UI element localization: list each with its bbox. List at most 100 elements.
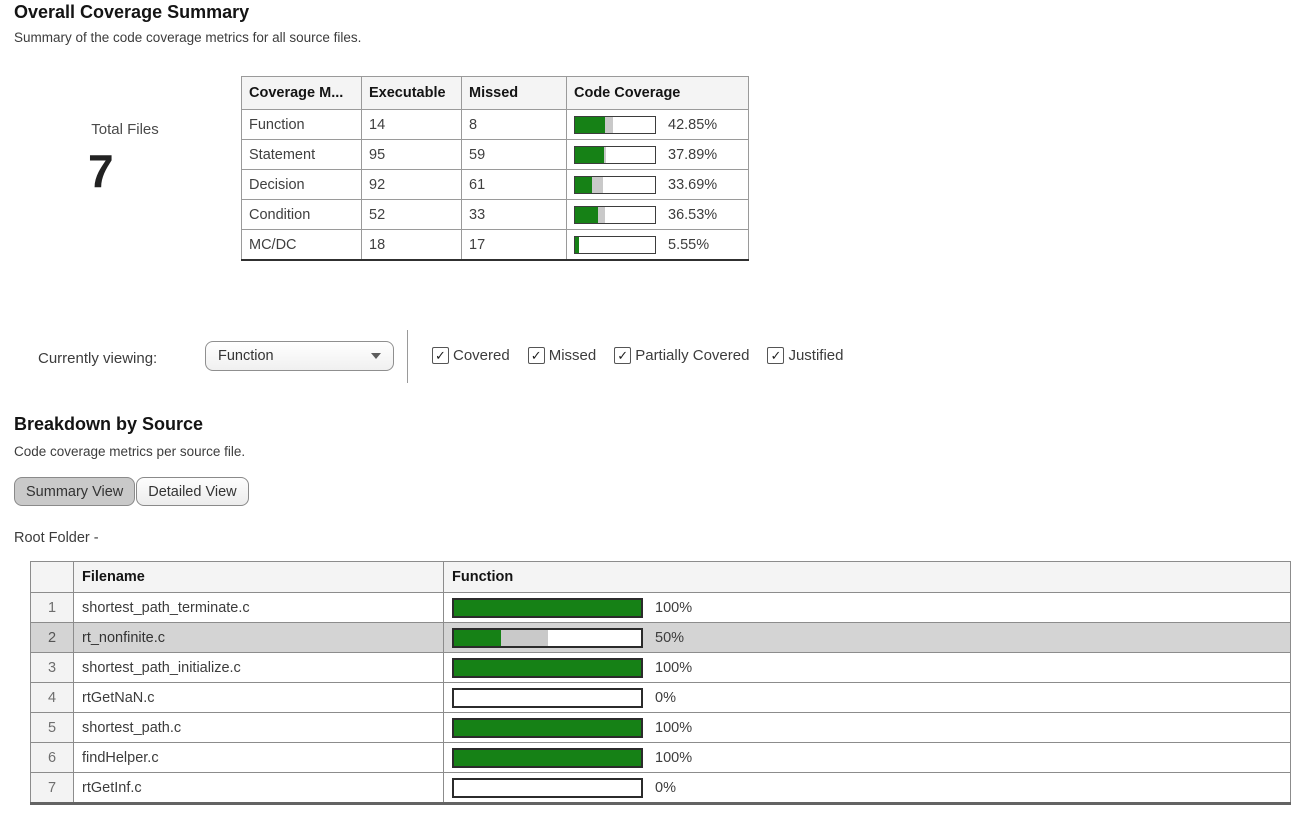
coverage-bar (452, 748, 643, 768)
coverage-bar (574, 236, 656, 254)
summary-table-header-row: Coverage M...ExecutableMissedCode Covera… (242, 77, 749, 110)
filter-checkbox-covered[interactable]: ✓Covered (432, 347, 510, 364)
missed-count: 17 (462, 230, 567, 261)
executable-count: 52 (362, 200, 462, 230)
filter-checkbox-missed[interactable]: ✓Missed (528, 347, 597, 364)
table-row[interactable]: 2rt_nonfinite.c 50% (31, 623, 1291, 653)
function-coverage-cell: 100% (444, 593, 1291, 623)
table-row[interactable]: 5shortest_path.c 100% (31, 713, 1291, 743)
coverage-bar (452, 628, 643, 648)
coverage-bar-wrap: 0% (452, 688, 1282, 708)
total-files-label: Total Files (65, 121, 185, 138)
partial-bar-segment (501, 630, 548, 646)
metric-name: Condition (242, 200, 362, 230)
missed-count: 33 (462, 200, 567, 230)
filename-cell: rtGetInf.c (74, 773, 444, 804)
table-row[interactable]: 4rtGetNaN.c0% (31, 683, 1291, 713)
vertical-divider (407, 330, 408, 383)
table-row[interactable]: 6findHelper.c100% (31, 743, 1291, 773)
coverage-bar (452, 718, 643, 738)
filename-cell: shortest_path.c (74, 713, 444, 743)
covered-bar-segment (454, 750, 641, 766)
partial-bar-segment (598, 207, 605, 223)
code-coverage-cell: 5.55% (567, 230, 749, 261)
coverage-bar-wrap: 37.89% (574, 146, 741, 164)
filename-cell: shortest_path_terminate.c (74, 593, 444, 623)
filename-cell: shortest_path_initialize.c (74, 653, 444, 683)
filename-cell: rtGetNaN.c (74, 683, 444, 713)
row-number: 5 (31, 713, 74, 743)
checkbox-box[interactable]: ✓ (432, 347, 449, 364)
checkbox-label: Missed (549, 347, 597, 364)
table-row[interactable]: 7rtGetInf.c 0% (31, 773, 1291, 804)
summary-column-header[interactable]: Coverage M... (242, 77, 362, 110)
summary-column-header[interactable]: Missed (462, 77, 567, 110)
total-files-value: 7 (88, 148, 114, 194)
breakdown-header-index (31, 562, 74, 593)
summary-column-header[interactable]: Code Coverage (567, 77, 749, 110)
coverage-percent-label: 0% (655, 690, 676, 706)
metric-dropdown[interactable]: Function (205, 341, 394, 371)
partial-bar-segment (592, 177, 603, 193)
coverage-percent-label: 100% (655, 750, 692, 766)
checkmark-icon: ✓ (770, 349, 781, 362)
row-number: 1 (31, 593, 74, 623)
summary-table-row: Decision926133.69% (242, 170, 749, 200)
page-title: Overall Coverage Summary (14, 2, 249, 23)
coverage-percent-label: 50% (655, 630, 684, 646)
coverage-bar (452, 658, 643, 678)
view-toggle-buttons: Summary ViewDetailed View (14, 477, 249, 506)
summary-table-row: Statement955937.89% (242, 140, 749, 170)
summary-view-button[interactable]: Summary View (14, 477, 135, 506)
summary-column-header[interactable]: Executable (362, 77, 462, 110)
coverage-bar-wrap: 50% (452, 628, 1282, 648)
breakdown-header-metric[interactable]: Function (444, 562, 1291, 593)
missed-count: 61 (462, 170, 567, 200)
checkbox-box[interactable]: ✓ (614, 347, 631, 364)
summary-table-row: Function14842.85% (242, 110, 749, 140)
filter-checkbox-justified[interactable]: ✓ Justified (767, 347, 843, 364)
coverage-percent-label: 5.55% (668, 237, 709, 253)
detailed-view-button[interactable]: Detailed View (136, 477, 248, 506)
coverage-percent-label: 33.69% (668, 177, 717, 193)
coverage-bar-wrap: 100% (452, 718, 1282, 738)
summary-table-row: Condition523336.53% (242, 200, 749, 230)
covered-bar-segment (454, 660, 641, 676)
summary-table-row: MC/DC18175.55% (242, 230, 749, 261)
coverage-bar-wrap: 5.55% (574, 236, 741, 254)
table-row[interactable]: 1shortest_path_terminate.c100% (31, 593, 1291, 623)
breakdown-table-header-row: Filename Function (31, 562, 1291, 593)
coverage-percent-label: 100% (655, 660, 692, 676)
checkbox-box[interactable]: ✓ (528, 347, 545, 364)
root-folder-label: Root Folder - (14, 530, 99, 546)
code-coverage-cell: 33.69% (567, 170, 749, 200)
chevron-down-icon (371, 353, 381, 359)
executable-count: 18 (362, 230, 462, 261)
breakdown-table: Filename Function 1shortest_path_termina… (30, 561, 1291, 805)
breakdown-subtitle: Code coverage metrics per source file. (14, 444, 245, 459)
coverage-bar-wrap: 100% (452, 748, 1282, 768)
covered-bar-segment (454, 720, 641, 736)
filename-cell: rt_nonfinite.c (74, 623, 444, 653)
filter-checkbox-partially-covered[interactable]: ✓Partially Covered (614, 347, 749, 364)
executable-count: 95 (362, 140, 462, 170)
row-number: 2 (31, 623, 74, 653)
row-number: 7 (31, 773, 74, 804)
currently-viewing-label: Currently viewing: (38, 350, 157, 367)
coverage-percent-label: 37.89% (668, 147, 717, 163)
function-coverage-cell: 50% (444, 623, 1291, 653)
checkbox-box[interactable]: ✓ (767, 347, 784, 364)
row-number: 6 (31, 743, 74, 773)
coverage-bar (574, 116, 656, 134)
breakdown-header-filename[interactable]: Filename (74, 562, 444, 593)
partial-bar-segment (605, 117, 612, 133)
coverage-bar-wrap: 0% (452, 778, 1282, 798)
checkbox-label: Justified (788, 347, 843, 364)
function-coverage-cell: 0% (444, 683, 1291, 713)
row-number: 3 (31, 653, 74, 683)
coverage-bar-wrap: 100% (452, 658, 1282, 678)
table-row[interactable]: 3shortest_path_initialize.c 100% (31, 653, 1291, 683)
checkbox-label: Partially Covered (635, 347, 749, 364)
covered-bar-segment (575, 117, 605, 133)
coverage-percent-label: 42.85% (668, 117, 717, 133)
